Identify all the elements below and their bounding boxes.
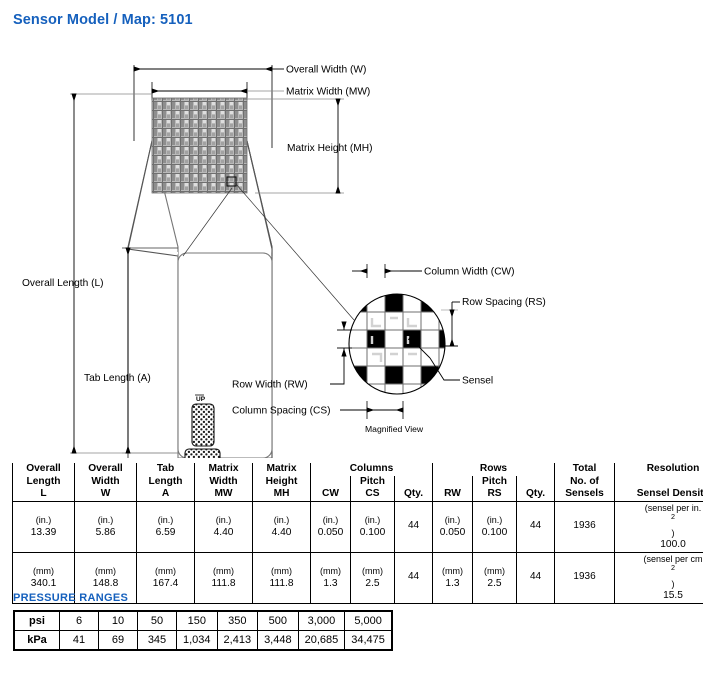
cell-overall-width-in: (in.) 5.86 — [74, 500, 137, 553]
label-overall-length: Overall Length (L) — [22, 278, 104, 289]
cell-matrix-height-mm: (mm) 111.8 — [252, 551, 311, 604]
th-pitch-cs: CS — [350, 488, 395, 501]
label-column-spacing: Column Spacing (CS) — [232, 406, 331, 417]
th-qty-cols-spacer — [393, 475, 434, 488]
cell-overall-length-in: (in.) 13.39 — [12, 500, 75, 553]
cell-tab-length-mm: (mm) 167.4 — [136, 551, 195, 604]
cell-pitch-rs-mm: (mm) 2.5 — [472, 551, 518, 604]
th-overall-width: Overall Width W — [74, 463, 137, 501]
cell-kpa-0: 41 — [59, 630, 99, 651]
th-matrix-width: Matrix Width MW — [194, 463, 253, 501]
label-sensel: Sensel — [462, 376, 493, 387]
cell-matrix-width-mm: (mm) 111.8 — [194, 551, 253, 604]
th-pitch-rs: RS — [472, 488, 518, 501]
th-rw-spacer — [432, 475, 474, 488]
cell-psi-3: 150 — [176, 610, 218, 631]
cell-psi-label: psi — [13, 610, 60, 631]
cell-pitch-cs-mm: (mm) 2.5 — [350, 551, 395, 604]
th-total-sensels: Total No. of Sensels — [554, 463, 616, 501]
column-width-dimension — [352, 264, 422, 278]
cell-psi-0: 6 — [59, 610, 99, 631]
cell-total-sensels-in: 1936 — [554, 500, 616, 553]
tab-length-dimension — [122, 247, 178, 454]
label-column-width: Column Width (CW) — [424, 267, 515, 278]
cell-qty-cols-in: 44 — [393, 500, 434, 553]
table-row: (in.) 13.39 (in.) 5.86 (in.) 6.59 (in.) … — [12, 500, 703, 553]
th-overall-length: Overall Length L — [12, 463, 75, 501]
cell-pitch-rs-in: (in.) 0.100 — [472, 500, 518, 553]
th-pitch-rs-top: Pitch — [472, 475, 518, 488]
th-cw: CW — [310, 488, 351, 501]
th-qty-rows-spacer — [516, 475, 556, 488]
cell-cw-in: (in.) 0.050 — [310, 500, 351, 553]
table-row: kPa 41 69 345 1,034 2,413 3,448 20,685 3… — [13, 630, 393, 651]
cell-psi-1: 10 — [98, 610, 138, 631]
row-width-dimension — [330, 321, 352, 385]
cell-qty-rows-mm: 44 — [516, 551, 556, 604]
cell-kpa-3: 1,034 — [176, 630, 218, 651]
cell-matrix-width-in: (in.) 4.40 — [194, 500, 253, 553]
tab-pad-lower — [184, 448, 221, 458]
cell-density-in: (sensel per in. 2) 100.0 — [614, 500, 703, 553]
label-matrix-width: Matrix Width (MW) — [286, 87, 370, 98]
th-rows-group: Rows — [432, 463, 556, 476]
cell-kpa-1: 69 — [98, 630, 138, 651]
pressure-ranges-table: psi 6 10 50 150 350 500 3,000 5,000 kPa … — [13, 610, 393, 651]
cell-psi-4: 350 — [216, 610, 259, 631]
density-unit-in: (sensel per in. 2) — [644, 502, 702, 538]
page-title: Sensor Model / Map: 5101 — [13, 12, 193, 28]
cell-psi-5: 500 — [257, 610, 299, 631]
sensor-matrix-area — [151, 97, 248, 194]
label-tab-length: Tab Length (A) — [84, 373, 151, 384]
th-rw: RW — [432, 488, 474, 501]
specification-table: Overall Length L Overall Width W Tab Len… — [12, 463, 703, 604]
cell-kpa-6: 20,685 — [297, 630, 346, 651]
cell-psi-6: 3,000 — [297, 610, 346, 631]
th-resolution: Resolution Sensel Density — [614, 463, 703, 501]
tab-pad-upper — [191, 403, 215, 447]
label-matrix-height: Matrix Height (MH) — [287, 143, 372, 154]
cell-pitch-cs-in: (in.) 0.100 — [350, 500, 395, 553]
density-unit-mm: (sensel per cm 2) — [643, 553, 703, 589]
th-columns-group: Columns — [309, 463, 434, 476]
sensor-diagram: Overall Width (W) Matrix Width (MW) Matr… — [0, 38, 703, 458]
cell-density-mm: (sensel per cm 2) 15.5 — [614, 551, 703, 604]
magnified-view — [348, 293, 446, 395]
th-tab-length: Tab Length A — [136, 463, 195, 501]
cell-qty-cols-mm: 44 — [393, 551, 434, 604]
th-matrix-height: Matrix Height MH — [252, 463, 311, 501]
label-row-spacing: Row Spacing (RS) — [462, 297, 546, 308]
column-spacing-dimension — [340, 401, 404, 419]
th-qty-rows: Qty. — [516, 488, 556, 501]
cell-qty-rows-in: 44 — [516, 500, 556, 553]
label-overall-width: Overall Width (W) — [286, 65, 366, 76]
cell-psi-2: 50 — [137, 610, 177, 631]
cell-tab-length-in: (in.) 6.59 — [136, 500, 195, 553]
label-magnified-view: Magnified View — [365, 424, 424, 434]
pressure-ranges-heading: PRESSURE RANGES — [13, 592, 129, 604]
cell-psi-7: 5,000 — [344, 610, 393, 631]
label-row-width: Row Width (RW) — [232, 380, 308, 391]
cell-rw-in: (in.) 0.050 — [432, 500, 474, 553]
th-pitch-cs-top: Pitch — [350, 475, 395, 488]
th-qty-cols: Qty. — [393, 488, 434, 501]
label-up-marker: UP — [196, 396, 206, 403]
cell-rw-mm: (mm) 1.3 — [432, 551, 474, 604]
cell-matrix-height-in: (in.) 4.40 — [252, 500, 311, 553]
cell-kpa-label: kPa — [13, 630, 60, 651]
cell-total-sensels-mm: 1936 — [554, 551, 616, 604]
matrix-width-dimension — [151, 82, 284, 100]
th-cw-spacer — [310, 475, 351, 488]
cell-kpa-4: 2,413 — [216, 630, 259, 651]
cell-kpa-7: 34,475 — [344, 630, 393, 651]
cell-kpa-5: 3,448 — [257, 630, 299, 651]
table-row: psi 6 10 50 150 350 500 3,000 5,000 — [13, 610, 393, 631]
cell-kpa-2: 345 — [137, 630, 177, 651]
cell-cw-mm: (mm) 1.3 — [310, 551, 351, 604]
